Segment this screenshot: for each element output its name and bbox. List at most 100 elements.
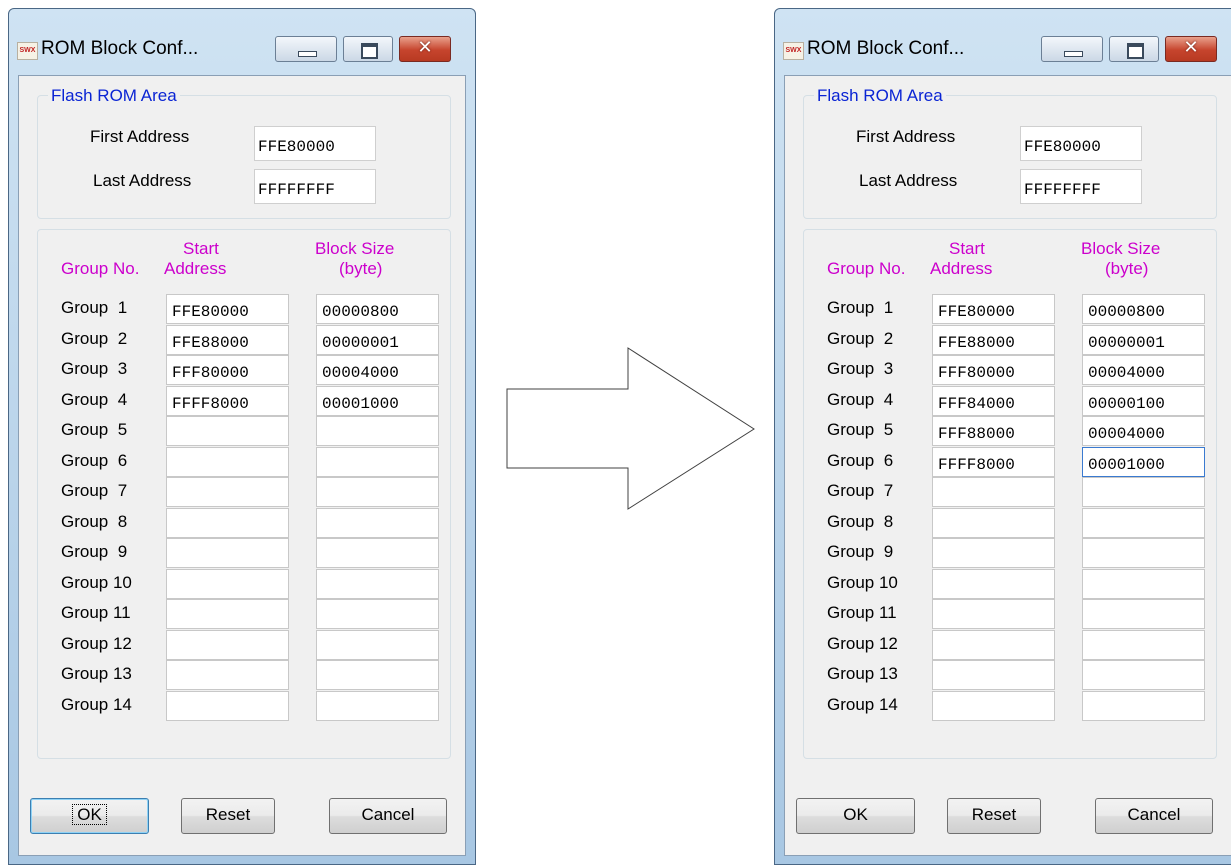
cancel-button[interactable]: Cancel [1095, 798, 1213, 834]
first-address-label: First Address [856, 127, 956, 146]
block-size-input[interactable] [316, 416, 439, 446]
reset-button[interactable]: Reset [947, 798, 1041, 834]
dialog-body: Flash ROM Area First Address FFE80000 Last … [18, 75, 466, 856]
start-address-input[interactable]: FFF88000 [932, 416, 1055, 446]
block-size-input[interactable]: 00000001 [1082, 324, 1205, 355]
first-address-input[interactable]: FFE80000 [1020, 126, 1142, 161]
block-size-input[interactable] [316, 690, 439, 721]
start-address-input[interactable] [932, 660, 1055, 690]
block-size-input[interactable] [316, 599, 439, 629]
start-address-input[interactable] [166, 538, 289, 568]
start-address-input[interactable] [166, 568, 289, 599]
block-size-input[interactable] [1082, 507, 1205, 538]
start-address-input[interactable]: FFF80000 [932, 355, 1055, 385]
block-size-header-line2: (byte) [339, 259, 383, 278]
block-size-input[interactable]: 00004000 [1082, 355, 1205, 385]
start-header-line2: Address [930, 259, 993, 278]
reset-button-label: Reset [205, 805, 251, 824]
close-icon: ✕ [1183, 37, 1199, 58]
ok-button[interactable]: OK [796, 798, 915, 834]
start-address-input[interactable] [166, 446, 289, 477]
group-row-label: Group 6 [61, 450, 128, 470]
block-size-input[interactable] [1082, 660, 1205, 690]
start-address-input[interactable] [932, 629, 1055, 660]
app-icon: SWX [783, 42, 804, 60]
block-size-input[interactable] [316, 538, 439, 568]
start-address-input[interactable] [166, 477, 289, 507]
dialog-body: Flash ROM Area First Address FFE80000 Last … [784, 75, 1231, 856]
start-address-input[interactable] [932, 507, 1055, 538]
block-size-input[interactable] [316, 507, 439, 538]
cancel-button[interactable]: Cancel [329, 798, 447, 834]
block-size-input[interactable] [316, 477, 439, 507]
block-size-input[interactable] [1082, 568, 1205, 599]
minimize-button[interactable] [275, 36, 337, 62]
maximize-button[interactable] [343, 36, 393, 62]
start-address-input[interactable]: FFE80000 [166, 294, 289, 324]
close-button[interactable]: ✕ [1165, 36, 1217, 62]
block-size-input[interactable] [316, 660, 439, 690]
reset-button[interactable]: Reset [181, 798, 275, 834]
block-size-input[interactable] [1082, 538, 1205, 568]
start-address-input[interactable] [932, 690, 1055, 721]
start-address-input[interactable] [166, 599, 289, 629]
group-no-header: Group No. [61, 259, 140, 278]
block-size-input[interactable] [316, 446, 439, 477]
block-size-input[interactable]: 00000800 [1082, 294, 1205, 324]
start-header-line2: Address [164, 259, 227, 278]
group-row-label: Group 10 [827, 572, 898, 592]
start-header-line1: Start [949, 239, 985, 258]
start-address-input[interactable]: FFE88000 [932, 324, 1055, 355]
group-no-header: Group No. [827, 259, 906, 278]
last-address-input[interactable]: FFFFFFFF [254, 169, 376, 204]
group-row-label: Group 3 [61, 359, 128, 378]
start-address-input[interactable] [166, 660, 289, 690]
start-address-input[interactable] [166, 629, 289, 660]
block-size-input[interactable] [1082, 599, 1205, 629]
start-address-input[interactable]: FFFF8000 [932, 446, 1055, 477]
flash-rom-area-legend: Flash ROM Area [814, 86, 946, 106]
start-address-input[interactable] [166, 416, 289, 446]
last-address-input[interactable]: FFFFFFFF [1020, 169, 1142, 204]
ok-button[interactable]: OK [30, 798, 149, 834]
start-address-input[interactable] [932, 538, 1055, 568]
block-size-input[interactable] [316, 568, 439, 599]
rom-block-config-window-after: SWX ROM Block Conf... ✕ Flash ROM Area First… [774, 8, 1231, 865]
block-size-input[interactable]: 00001000 [316, 385, 439, 416]
title-bar[interactable]: SWX ROM Block Conf... ✕ [9, 9, 475, 75]
group-row-label: Group 5 [61, 420, 128, 439]
start-address-input[interactable]: FFFF8000 [166, 385, 289, 416]
start-address-input[interactable] [932, 568, 1055, 599]
group-row-label: Group 11 [61, 603, 131, 622]
window-title: ROM Block Conf... [807, 38, 965, 59]
start-header-line1: Start [183, 239, 219, 258]
block-size-input[interactable] [1082, 477, 1205, 507]
block-size-input[interactable]: 00000800 [316, 294, 439, 324]
block-size-input[interactable]: 00001000 [1082, 446, 1205, 477]
close-button[interactable]: ✕ [399, 36, 451, 62]
maximize-button[interactable] [1109, 36, 1159, 62]
block-size-input[interactable]: 00000001 [316, 324, 439, 355]
group-row-label: Group 1 [61, 298, 128, 317]
minimize-button[interactable] [1041, 36, 1103, 62]
start-address-input[interactable] [932, 599, 1055, 629]
start-address-input[interactable]: FFE80000 [932, 294, 1055, 324]
block-size-input[interactable]: 00004000 [316, 355, 439, 385]
first-address-input[interactable]: FFE80000 [254, 126, 376, 161]
block-size-input[interactable]: 00000100 [1082, 385, 1205, 416]
maximize-icon [361, 43, 378, 59]
block-size-input[interactable] [1082, 690, 1205, 721]
group-row-label: Group 9 [827, 542, 894, 561]
start-address-input[interactable] [932, 477, 1055, 507]
start-address-input[interactable]: FFF80000 [166, 355, 289, 385]
block-size-input[interactable] [316, 629, 439, 660]
start-address-input[interactable] [166, 507, 289, 538]
block-size-input[interactable] [1082, 629, 1205, 660]
start-address-input[interactable] [166, 690, 289, 721]
title-bar[interactable]: SWX ROM Block Conf... ✕ [775, 9, 1231, 75]
start-address-input[interactable]: FFF84000 [932, 385, 1055, 416]
block-size-input[interactable]: 00004000 [1082, 416, 1205, 446]
ok-button-label: OK [72, 804, 107, 825]
group-row-label: Group 4 [61, 389, 128, 409]
start-address-input[interactable]: FFE88000 [166, 324, 289, 355]
